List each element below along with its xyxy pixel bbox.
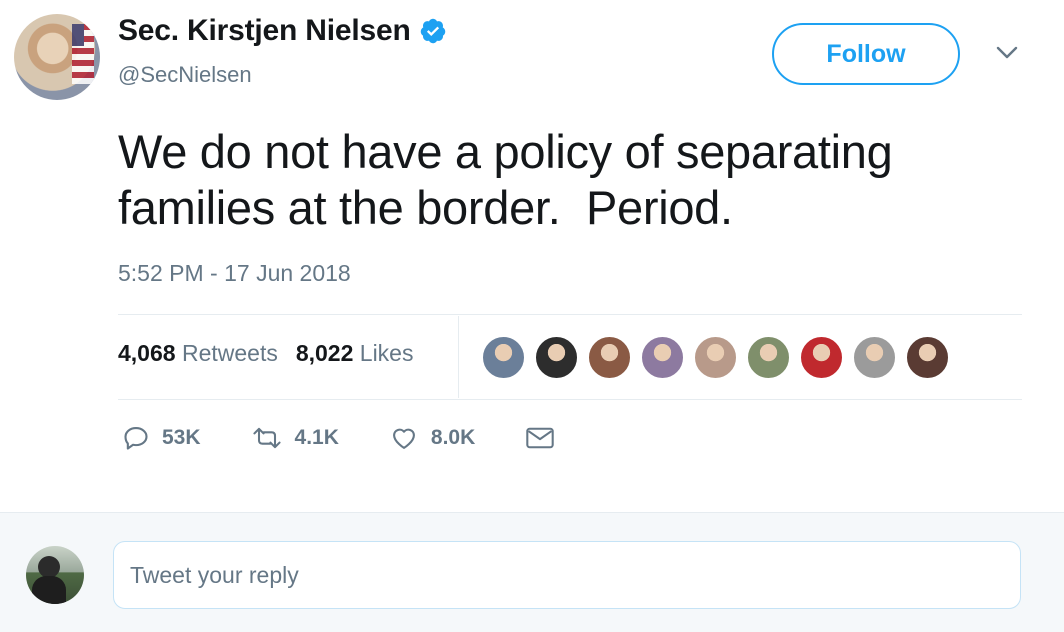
verified-badge-icon	[419, 17, 447, 45]
reply-icon	[124, 427, 148, 450]
liker-avatar[interactable]	[800, 336, 843, 379]
envelope-icon	[526, 427, 554, 449]
engagement-stats: 4,068 Retweets 8,022 Likes	[118, 340, 413, 367]
liker-avatar[interactable]	[535, 336, 578, 379]
reply-action[interactable]: 53K	[122, 424, 201, 452]
likes-count: 8,022	[295, 340, 354, 366]
reply-input[interactable]	[113, 541, 1021, 609]
author-name-row: Sec. Kirstjen Nielsen	[118, 14, 447, 48]
like-action[interactable]: 8.0K	[389, 424, 475, 452]
liker-avatar[interactable]	[853, 336, 896, 379]
liker-avatar[interactable]	[906, 336, 949, 379]
divider-top	[118, 314, 1022, 315]
flag-graphic	[72, 24, 94, 84]
reply-area	[0, 512, 1064, 632]
current-user-avatar[interactable]	[26, 546, 84, 604]
likes-label: Likes	[359, 340, 414, 366]
tweet-card: Sec. Kirstjen Nielsen @SecNielsen Follow…	[0, 0, 1064, 512]
stats-separator	[458, 316, 459, 398]
retweets-label: Retweets	[181, 340, 278, 366]
liker-avatar[interactable]	[694, 336, 737, 379]
divider-bottom	[118, 399, 1022, 400]
retweet-action[interactable]: 4.1K	[251, 424, 339, 452]
liker-avatar[interactable]	[588, 336, 631, 379]
author-avatar[interactable]	[14, 14, 100, 100]
author-handle[interactable]: @SecNielsen	[118, 62, 252, 88]
follow-button[interactable]: Follow	[772, 23, 960, 85]
heart-icon	[392, 428, 415, 449]
liker-avatar[interactable]	[482, 336, 525, 379]
likes-stat[interactable]: 8,022 Likes	[296, 340, 414, 367]
author-display-name[interactable]: Sec. Kirstjen Nielsen	[118, 14, 411, 48]
tweet-text: We do not have a policy of separating fa…	[118, 125, 893, 234]
reply-count: 53K	[162, 426, 201, 449]
liker-avatar[interactable]	[747, 336, 790, 379]
direct-message-action[interactable]	[525, 425, 555, 451]
tweet-timestamp[interactable]: 5:52 PM - 17 Jun 2018	[118, 260, 351, 287]
chevron-down-icon[interactable]	[994, 42, 1020, 64]
likers-avatars	[482, 336, 949, 379]
like-count: 8.0K	[430, 426, 476, 449]
retweets-count: 4,068	[118, 340, 176, 366]
retweets-stat[interactable]: 4,068 Retweets	[118, 340, 278, 367]
retweet-icon	[252, 427, 281, 449]
retweet-count: 4.1K	[294, 426, 339, 449]
tweet-actions: 53K 4.1K 8.0K	[122, 424, 605, 452]
liker-avatar[interactable]	[641, 336, 684, 379]
